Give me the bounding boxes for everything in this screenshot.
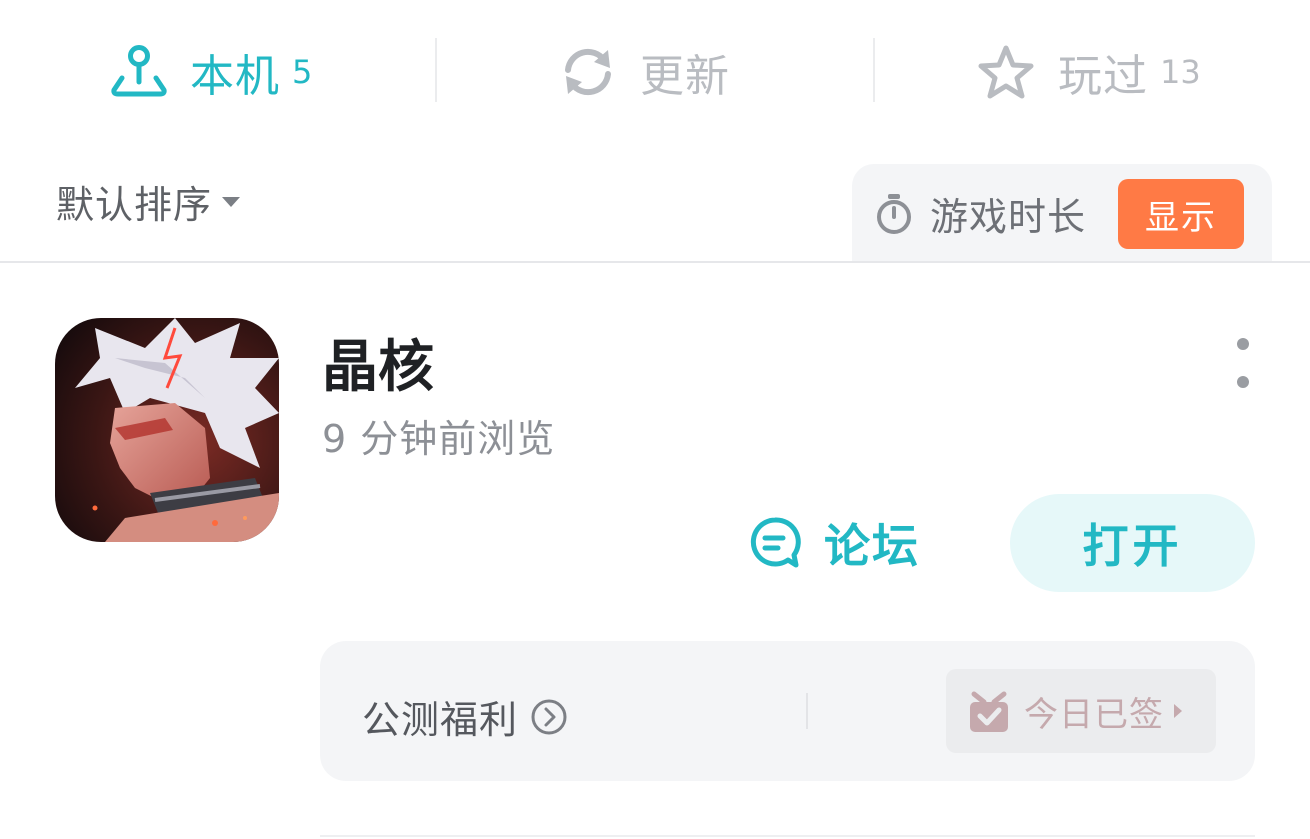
joystick-icon: [111, 45, 167, 97]
game-title: 晶核: [322, 335, 434, 400]
welfare-panel: 公测福利 今日已签: [320, 641, 1255, 781]
signed-label: 今日已签: [1024, 694, 1164, 735]
stopwatch-icon: [877, 193, 911, 234]
tab-label: 玩过: [1058, 51, 1148, 102]
divider: [320, 835, 1255, 837]
game-artwork: [55, 318, 279, 542]
tab-count: 5: [292, 53, 313, 91]
divider: [806, 693, 808, 729]
tab-divider: [435, 38, 437, 102]
play-duration-panel: 游戏时长 显示: [852, 164, 1272, 262]
game-app-icon[interactable]: [55, 318, 279, 542]
sort-dropdown[interactable]: 默认排序: [56, 174, 241, 229]
forum-label: 论坛: [824, 519, 920, 573]
welfare-link[interactable]: 公测福利: [362, 689, 568, 744]
more-options-icon[interactable]: [1230, 338, 1256, 388]
tab-bar: 本机 5 更新 玩过 13: [0, 0, 1310, 140]
show-duration-button[interactable]: 显示: [1118, 179, 1244, 249]
chat-bubble-icon: [750, 517, 801, 568]
refresh-icon: [565, 48, 611, 96]
welfare-label: 公测福利: [362, 698, 519, 742]
gift-icon: [970, 691, 1008, 732]
tab-played[interactable]: 玩过 13: [976, 38, 1201, 106]
star-icon: [978, 45, 1034, 99]
divider: [0, 261, 1310, 263]
last-viewed-text: 9 分钟前浏览: [322, 417, 556, 461]
play-duration-label: 游戏时长: [930, 195, 1087, 239]
caret-right-icon: [1174, 704, 1182, 718]
tab-divider: [873, 38, 875, 102]
sort-label: 默认排序: [56, 183, 213, 227]
tab-count: 13: [1160, 53, 1201, 91]
tab-local[interactable]: 本机 5: [110, 38, 312, 106]
tab-label: 更新: [640, 51, 730, 102]
chevron-right-circle-icon: [531, 699, 567, 734]
open-button[interactable]: 打开: [1010, 494, 1255, 592]
tab-update[interactable]: 更新: [558, 38, 730, 106]
tab-label: 本机: [190, 51, 280, 102]
forum-button[interactable]: 论坛: [748, 508, 920, 578]
caret-down-icon: [222, 196, 241, 207]
daily-signin-button[interactable]: 今日已签: [946, 669, 1216, 753]
